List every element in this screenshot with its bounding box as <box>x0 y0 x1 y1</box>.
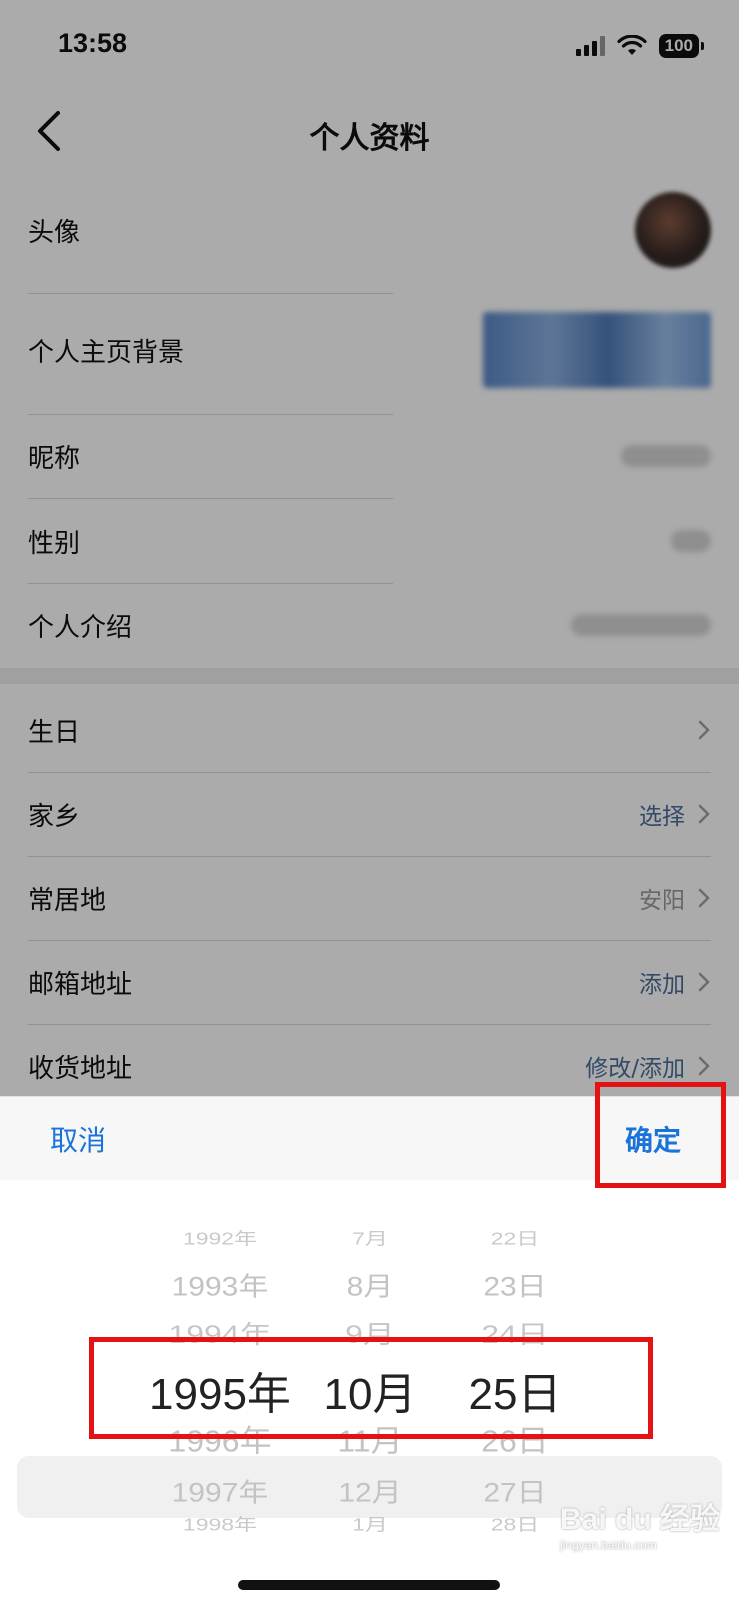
month-option[interactable]: 7月 <box>310 1224 430 1250</box>
cancel-button[interactable]: 取消 <box>50 1119 106 1159</box>
month-option[interactable]: 12月 <box>310 1471 430 1510</box>
month-option[interactable]: 1月 <box>310 1510 430 1536</box>
year-option[interactable]: 1997年 <box>140 1471 300 1510</box>
year-option[interactable]: 1998年 <box>140 1510 300 1536</box>
selection-highlight-box <box>89 1337 653 1439</box>
confirm-highlight-box <box>595 1082 726 1188</box>
home-indicator <box>238 1580 500 1590</box>
watermark-brand: Bai du 经验 <box>560 1503 721 1536</box>
day-option[interactable]: 23日 <box>450 1265 580 1304</box>
month-option[interactable]: 8月 <box>310 1265 430 1304</box>
year-option[interactable]: 1993年 <box>140 1265 300 1304</box>
day-option[interactable]: 22日 <box>450 1224 580 1250</box>
year-option[interactable]: 1992年 <box>140 1224 300 1250</box>
watermark-url: jingyan.baidu.com <box>560 1538 657 1552</box>
watermark: Bai du 经验 jingyan.baidu.com <box>560 1494 720 1552</box>
